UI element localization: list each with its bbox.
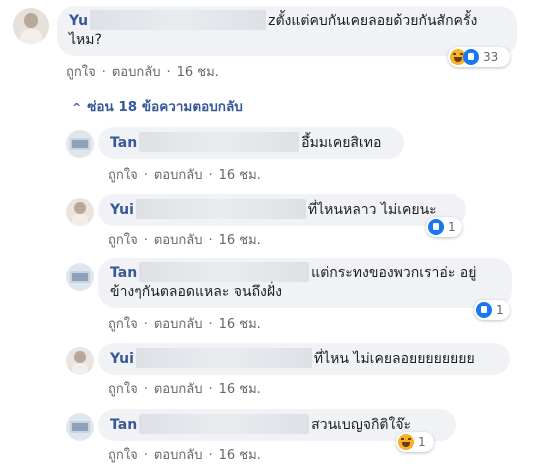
reply-author[interactable]: Tan: [110, 135, 137, 151]
reply-text: ที่ไหนหลาว ไม่เคยนะ: [307, 202, 437, 218]
timestamp[interactable]: 16 ชม.: [219, 444, 261, 465]
comment-text-line2: ไหม?: [69, 32, 102, 48]
reply-author[interactable]: Tan: [110, 417, 137, 433]
reply-link[interactable]: ตอบกลับ: [154, 164, 203, 185]
avatar[interactable]: [13, 8, 49, 44]
redacted-name-blur: [135, 347, 312, 368]
reaction-summary[interactable]: 1: [426, 217, 462, 237]
like-link[interactable]: ถูกใจ: [108, 444, 138, 465]
redacted-name-blur: [139, 131, 300, 152]
timestamp[interactable]: 16 ชม.: [219, 164, 261, 185]
reply-link[interactable]: ตอบกลับ: [154, 444, 203, 465]
reply-author[interactable]: Yui: [110, 202, 134, 218]
like-link[interactable]: ถูกใจ: [108, 229, 138, 250]
comment-bubble: Yu zตั้งแต่คบกันเคยลอยด้วยกันสักครั้ง ไหม…: [57, 6, 517, 56]
reaction-summary[interactable]: 33: [448, 47, 510, 67]
reply-actions: ถูกใจ · ตอบกลับ · 16 ชม.: [108, 313, 261, 334]
reaction-summary[interactable]: 1: [474, 300, 510, 320]
like-icon: [463, 49, 479, 65]
reply-text-line2: ข้างๆกันตลอดแหละ จนถึงฝั่ง: [110, 284, 282, 300]
reply-link[interactable]: ตอบกลับ: [112, 61, 161, 82]
reply-bubble: Tan อึ้มมเคยสิเทอ: [98, 127, 404, 159]
avatar[interactable]: [66, 130, 94, 158]
reaction-count: 1: [448, 220, 456, 234]
like-link[interactable]: ถูกใจ: [108, 313, 138, 334]
reaction-count: 1: [496, 303, 504, 317]
like-link[interactable]: ถูกใจ: [66, 61, 96, 82]
reply-author[interactable]: Tan: [110, 265, 137, 281]
reply-text: ที่ไหน ไม่เคยลอยยยยยยยย: [313, 351, 475, 367]
reply-link[interactable]: ตอบกลับ: [154, 378, 203, 399]
timestamp[interactable]: 16 ชม.: [177, 61, 219, 82]
reply-link[interactable]: ตอบกลับ: [154, 313, 203, 334]
reaction-summary[interactable]: 1: [396, 432, 434, 452]
redacted-name-blur: [90, 9, 267, 30]
reply-actions: ถูกใจ · ตอบกลับ · 16 ชม.: [108, 164, 261, 185]
like-link[interactable]: ถูกใจ: [108, 164, 138, 185]
like-icon: [476, 302, 492, 318]
reply-text: อึ้มมเคยสิเทอ: [301, 135, 382, 151]
reply-author[interactable]: Yui: [110, 351, 134, 367]
avatar[interactable]: [66, 347, 94, 375]
reply-link[interactable]: ตอบกลับ: [154, 229, 203, 250]
hide-replies-toggle[interactable]: ^ ซ่อน 18 ข้อความตอบกลับ: [72, 95, 243, 117]
haha-icon: [398, 434, 414, 450]
avatar[interactable]: [66, 198, 94, 226]
redacted-name-blur: [139, 413, 310, 434]
reply-actions: ถูกใจ · ตอบกลับ · 16 ชม.: [108, 229, 261, 250]
comment-author[interactable]: Yu: [69, 13, 88, 29]
reply-actions: ถูกใจ · ตอบกลับ · 16 ชม.: [108, 378, 261, 399]
redacted-name-blur: [139, 261, 310, 282]
reply-actions: ถูกใจ · ตอบกลับ · 16 ชม.: [108, 444, 261, 465]
reply-bubble: Tan แต่กระทงของพวกเราอ่ะ อยู่ ข้างๆกันตลอ…: [98, 258, 512, 308]
like-link[interactable]: ถูกใจ: [108, 378, 138, 399]
hide-replies-label: ซ่อน 18 ข้อความตอบกลับ: [87, 99, 243, 115]
reply-bubble: Yui ที่ไหน ไม่เคยลอยยยยยยยย: [98, 343, 510, 375]
reply-bubble: Yui ที่ไหนหลาว ไม่เคยนะ: [98, 194, 466, 226]
reaction-count: 1: [418, 435, 426, 449]
avatar[interactable]: [66, 413, 94, 441]
reaction-count: 33: [483, 50, 499, 64]
comment-actions: ถูกใจ · ตอบกลับ · 16 ชม.: [66, 61, 219, 82]
redacted-name-blur: [135, 198, 306, 219]
comment-text: zตั้งแต่คบกันเคยลอยด้วยกันสักครั้ง: [268, 13, 478, 29]
like-icon: [428, 219, 444, 235]
timestamp[interactable]: 16 ชม.: [219, 378, 261, 399]
timestamp[interactable]: 16 ชม.: [219, 313, 261, 334]
reply-text: สวนเบญจกิติใจ๊ะ: [311, 417, 412, 433]
reply-text: แต่กระทงของพวกเราอ่ะ อยู่: [311, 265, 477, 281]
chevron-up-icon: ^: [72, 101, 82, 114]
timestamp[interactable]: 16 ชม.: [219, 229, 261, 250]
avatar[interactable]: [66, 263, 94, 291]
